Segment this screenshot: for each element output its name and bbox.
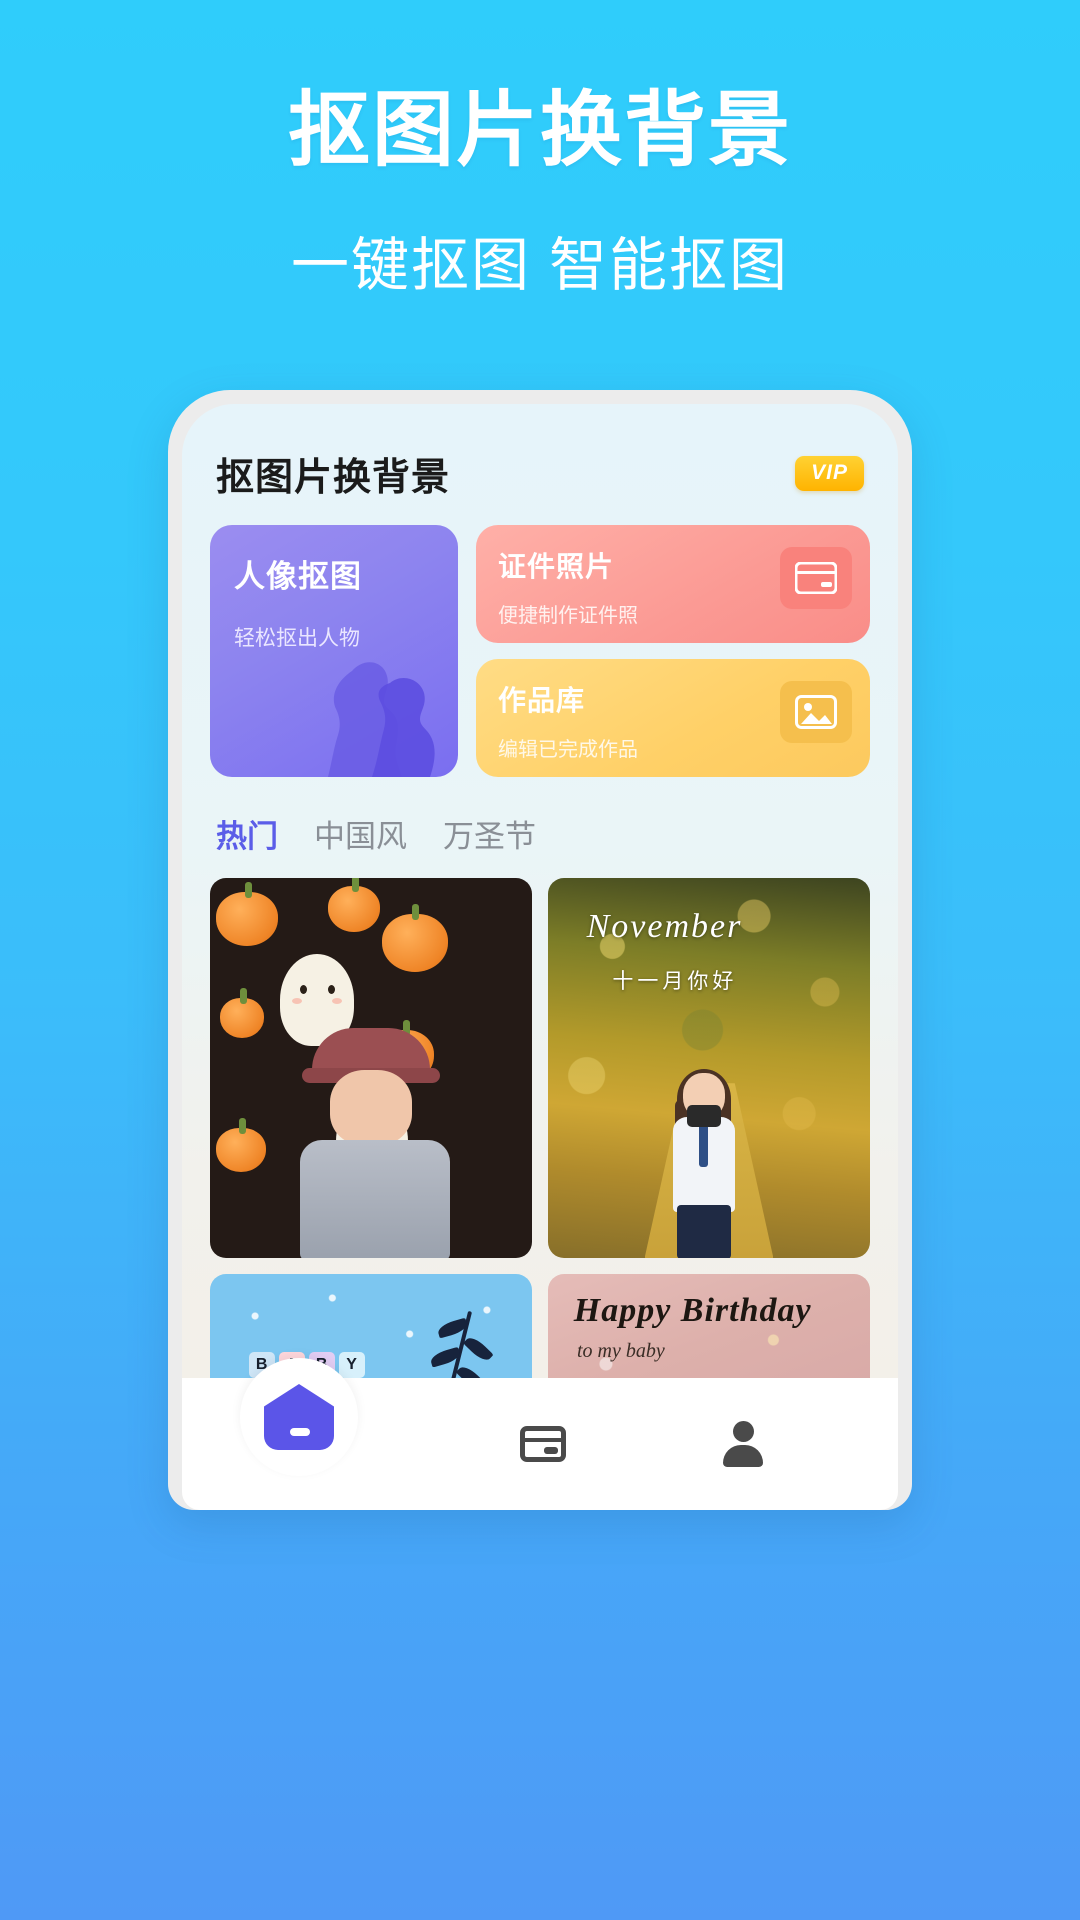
november-title: November — [586, 908, 743, 946]
phone-screen: 抠图片换背景 VIP 人像抠图 轻松抠出人物 证件照片 便捷制作证件照 作品库 … — [182, 404, 898, 1510]
image-icon — [780, 681, 852, 743]
app-header: 抠图片换背景 VIP — [182, 404, 898, 501]
tab-hot[interactable]: 热门 — [216, 811, 278, 856]
feature-card-works-library[interactable]: 作品库 编辑已完成作品 — [476, 659, 870, 777]
portrait-silhouette-icon — [328, 662, 435, 777]
tab-chinese-style[interactable]: 中国风 — [314, 811, 407, 856]
person-icon — [721, 1421, 765, 1467]
feature-title: 人像抠图 — [234, 559, 362, 594]
camera-icon — [687, 1105, 722, 1127]
november-subject — [657, 1069, 749, 1258]
wallet-card-icon — [520, 1426, 566, 1462]
template-card-halloween[interactable] — [210, 878, 532, 1258]
november-artwork: November 十一月你好 — [548, 878, 870, 1258]
november-subtitle: 十一月你好 — [612, 970, 738, 994]
nav-item-wallet[interactable] — [518, 1419, 568, 1469]
birthday-title: Happy Birthday — [573, 1292, 812, 1329]
halloween-artwork — [210, 878, 532, 1258]
bottom-nav — [182, 1358, 898, 1510]
home-pentagon-icon — [264, 1384, 334, 1450]
feature-cards: 人像抠图 轻松抠出人物 证件照片 便捷制作证件照 作品库 编辑已完成作品 — [182, 501, 898, 777]
feature-subtitle: 轻松抠出人物 — [234, 627, 360, 650]
promo-banner: 抠图片换背景 一键抠图 智能抠图 — [0, 0, 1080, 302]
template-card-november[interactable]: November 十一月你好 — [548, 878, 870, 1258]
feature-card-id-photo[interactable]: 证件照片 便捷制作证件照 — [476, 525, 870, 643]
vip-badge[interactable]: VIP — [795, 456, 864, 491]
promo-subtitle: 一键抠图 智能抠图 — [290, 233, 790, 299]
tab-halloween[interactable]: 万圣节 — [443, 811, 536, 856]
halloween-subject — [294, 1028, 459, 1258]
feature-card-portrait-cutout[interactable]: 人像抠图 轻松抠出人物 — [210, 525, 458, 777]
promo-title: 抠图片换背景 — [287, 85, 792, 176]
birthday-subtitle: to my baby — [576, 1340, 665, 1362]
phone-mockup: 抠图片换背景 VIP 人像抠图 轻松抠出人物 证件照片 便捷制作证件照 作品库 … — [168, 390, 912, 1510]
nav-item-profile[interactable] — [718, 1419, 768, 1469]
page-title: 抠图片换背景 — [216, 457, 451, 499]
id-card-icon — [780, 547, 852, 609]
nav-item-home[interactable] — [240, 1358, 358, 1476]
category-tabs: 热门 中国风 万圣节 — [182, 777, 898, 856]
